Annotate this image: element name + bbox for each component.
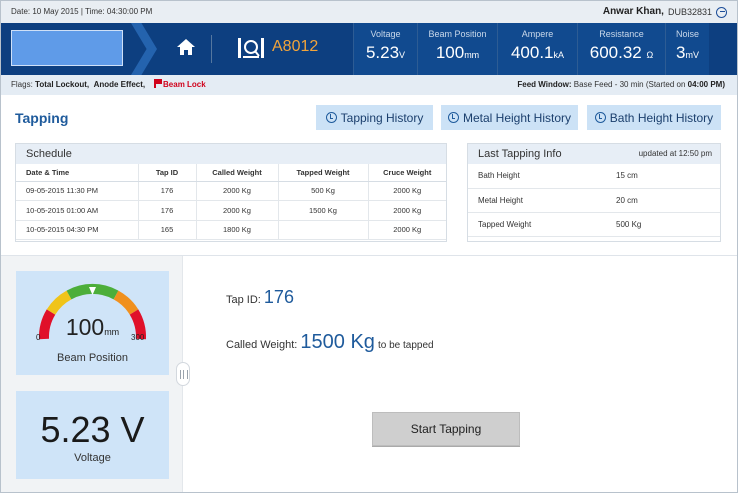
- metric-value: 3mV: [676, 43, 699, 62]
- datetime-text: Date: 10 May 2015 | Time: 04:30:00 PM: [11, 7, 153, 16]
- metric-noise: Noise 3mV: [665, 23, 709, 75]
- pot-id[interactable]: A8012: [272, 38, 318, 56]
- pot-icon: [238, 38, 264, 58]
- info-row: Metal Height 20 cm: [468, 188, 720, 213]
- called-weight-line: Called Weight: 1500 Kg to be tapped: [226, 331, 434, 353]
- status-bar: Date: 10 May 2015 | Time: 04:30:00 PM An…: [1, 1, 737, 23]
- header-divider: [211, 35, 212, 63]
- flags-list: Flags: Total Lockout, Anode Effect, Beam…: [11, 79, 206, 89]
- metrics-strip: Voltage 5.23V Beam Position 100mm Ampere…: [353, 23, 709, 75]
- flag-anode-effect: Anode Effect,: [93, 80, 146, 89]
- gauge-max: 300: [131, 333, 145, 342]
- schedule-panel: Schedule Date & Time Tap ID Called Weigh…: [15, 143, 447, 242]
- flag-beam-lock: Beam Lock: [163, 80, 206, 89]
- col-header: Tapped Weight: [277, 164, 368, 182]
- flag-total-lockout: Total Lockout,: [35, 80, 90, 89]
- table-row[interactable]: 09-05-2015 11:30 PM 176 2000 Kg 500 Kg 2000 …: [16, 181, 446, 201]
- home-icon[interactable]: [176, 37, 196, 57]
- last-tapping-table: Bath Height 15 cm Metal Height 20 cm Tappe…: [468, 164, 720, 237]
- col-header: Cruce Weight: [367, 164, 446, 182]
- table-row[interactable]: 10-05-2015 01:00 AM 176 2000 Kg 1500 Kg 2000…: [16, 200, 446, 221]
- voltage-label: Voltage: [74, 452, 111, 464]
- tapping-history-button[interactable]: Tapping History: [316, 105, 433, 130]
- gauge-label: Beam Position: [57, 352, 128, 364]
- tap-id-line: Tap ID: 176: [226, 287, 294, 307]
- table-row[interactable]: 10-05-2015 04:30 PM 165 1800 Kg 2000 Kg: [16, 220, 446, 240]
- metal-height-history-button[interactable]: Metal Height History: [441, 105, 578, 130]
- history-icon: [325, 112, 337, 123]
- col-header: Tap ID: [137, 164, 196, 182]
- metric-value: 400.1kA: [510, 43, 565, 62]
- metric-beam-position: Beam Position 100mm: [417, 23, 497, 75]
- last-tapping-header: Last Tapping Info updated at 12:50 pm: [468, 144, 720, 164]
- metric-resistance: Resistance 600.32 Ω: [577, 23, 665, 75]
- history-icon: [594, 112, 606, 123]
- metric-label: Noise: [675, 29, 699, 39]
- gauge-min: 0: [36, 333, 41, 342]
- updated-time: updated at 12:50 pm: [638, 149, 712, 158]
- metric-label: Beam Position: [428, 29, 487, 39]
- user-name: Anwar Khan,: [602, 6, 664, 17]
- feed-window: Feed Window: Base Feed - 30 min (Started…: [517, 80, 725, 89]
- flag-icon: [154, 79, 162, 88]
- drag-handle[interactable]: [176, 362, 190, 386]
- metric-value: 5.23V: [365, 43, 406, 62]
- metric-label: Ampere: [521, 29, 554, 39]
- beam-position-card: 100mm 0 300 Beam Position: [16, 271, 169, 375]
- metric-voltage: Voltage 5.23V: [353, 23, 417, 75]
- col-header: Called Weight: [195, 164, 278, 182]
- col-header: Date & Time: [16, 164, 138, 182]
- header-bar: A8012 Voltage 5.23V Beam Position 100mm …: [1, 23, 737, 75]
- metric-label: Resistance: [599, 29, 644, 39]
- schedule-title: Schedule: [16, 144, 446, 164]
- info-row: Bath Height 15 cm: [468, 164, 720, 189]
- user-info: Anwar Khan, DUB32831: [603, 1, 727, 23]
- logout-icon[interactable]: [716, 6, 727, 18]
- history-icon: [447, 112, 459, 123]
- last-tapping-title: Last Tapping Info: [478, 148, 562, 160]
- metric-value: 100mm: [435, 43, 480, 62]
- metric-value: 600.32 Ω: [589, 43, 654, 62]
- tap-id-value: 176: [263, 287, 294, 307]
- last-tapping-panel: Last Tapping Info updated at 12:50 pm Ba…: [467, 143, 721, 242]
- start-tapping-button[interactable]: Start Tapping: [372, 412, 520, 446]
- voltage-card: 5.23 V Voltage: [16, 391, 169, 479]
- chevron-right-icon: [131, 23, 157, 75]
- metric-ampere: Ampere 400.1kA: [497, 23, 577, 75]
- bath-height-history-button[interactable]: Bath Height History: [587, 105, 721, 130]
- section-title: Tapping: [15, 110, 69, 126]
- flags-bar: Flags: Total Lockout, Anode Effect, Beam…: [1, 75, 737, 95]
- info-row: Tapped Weight 500 Kg: [468, 212, 720, 237]
- voltage-value: 5.23 V: [40, 409, 145, 450]
- metric-label: Voltage: [370, 29, 401, 39]
- called-weight-value: 1500 Kg: [300, 331, 375, 353]
- schedule-table: Date & Time Tap ID Called Weight Tapped …: [16, 164, 446, 240]
- user-id: DUB32831: [667, 7, 712, 17]
- logo: [11, 30, 123, 66]
